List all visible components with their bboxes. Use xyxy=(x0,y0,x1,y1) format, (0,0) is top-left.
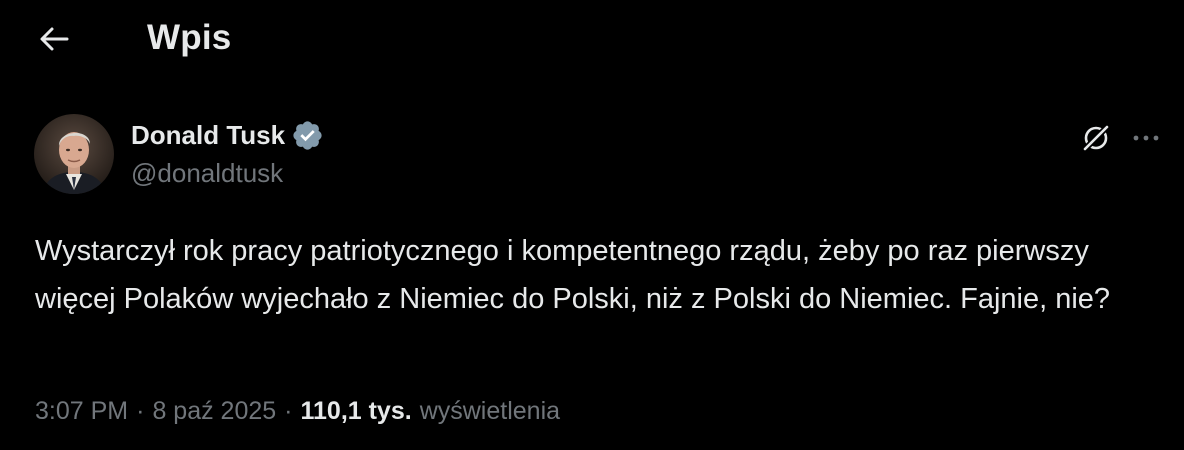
grok-button[interactable] xyxy=(1076,118,1116,158)
page-title: Wpis xyxy=(147,18,232,57)
avatar[interactable] xyxy=(34,114,114,194)
views-label: wyświetlenia xyxy=(419,397,561,425)
post-page: Wpis Donald Tusk @donaldtusk Wystarczył … xyxy=(0,0,1184,450)
back-button[interactable] xyxy=(30,18,78,60)
author-name-row: Donald Tusk xyxy=(131,118,324,152)
tweet-meta: 3:07 PM · 8 paź 2025 · 110,1 tys. wyświe… xyxy=(35,397,560,426)
tweet-text: Wystarczył rok pracy patriotycznego i ko… xyxy=(35,235,1111,315)
grok-icon xyxy=(1081,123,1111,153)
avatar-image xyxy=(34,114,114,194)
tweet-date[interactable]: 8 paź 2025 xyxy=(152,397,276,426)
more-horizontal-icon xyxy=(1133,135,1159,141)
author-handle[interactable]: @donaldtusk xyxy=(131,158,283,189)
arrow-left-icon xyxy=(40,27,69,51)
verified-badge-icon[interactable] xyxy=(291,119,324,152)
views-count: 110,1 tys. xyxy=(300,397,412,425)
meta-separator: · xyxy=(284,397,293,425)
meta-separator: · xyxy=(136,397,145,425)
more-options-button[interactable] xyxy=(1126,118,1166,158)
author-display-name[interactable]: Donald Tusk xyxy=(131,120,285,151)
tweet-time[interactable]: 3:07 PM xyxy=(35,397,128,426)
page-header: Wpis xyxy=(0,0,1184,80)
